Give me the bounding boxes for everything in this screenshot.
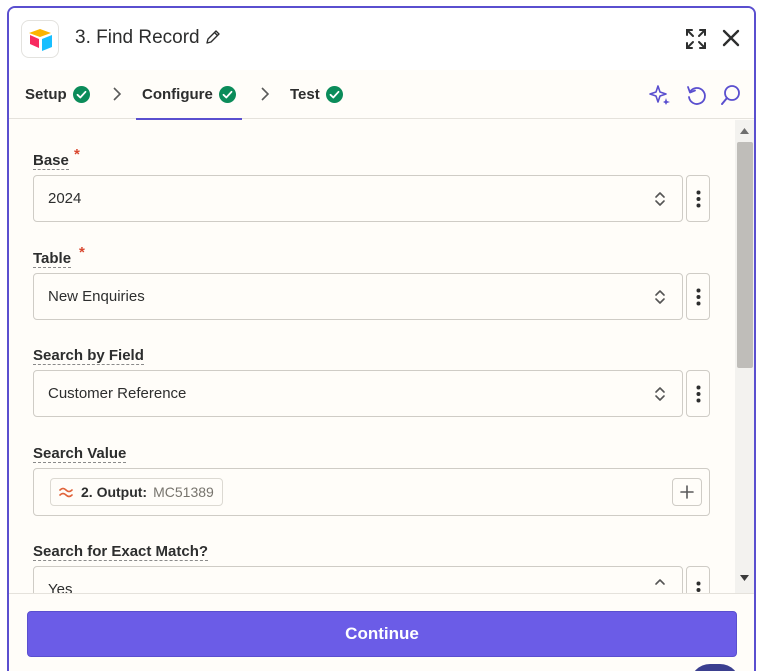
search-field-more-button[interactable] [686,370,710,417]
chevron-up-icon [655,579,665,585]
base-select[interactable]: 2024 [33,175,683,222]
step-tabs: Setup Configure Test [9,70,754,120]
tab-setup[interactable]: Setup [25,70,90,119]
search-field-label: Search by Field [33,347,144,365]
pill-value: MC51389 [153,484,214,500]
scroll-up-arrow-icon[interactable] [740,128,749,134]
scrollbar[interactable] [735,120,754,593]
step-title: 3. Find Record [75,27,200,48]
step-editor-panel: 3. Find Record Setup Configure Test Base… [7,6,756,671]
formatter-icon [59,487,73,498]
exact-match-select[interactable]: Yes [33,566,683,593]
plus-icon [680,485,694,499]
chevron-right-icon [113,87,122,101]
chevron-updown-icon [655,387,665,401]
search-field-select[interactable]: Customer Reference [33,370,683,417]
select-value: Customer Reference [48,385,187,402]
pencil-edit-icon[interactable] [205,29,221,45]
close-icon[interactable] [721,28,741,48]
tab-label: Setup [25,86,67,103]
select-value: 2024 [48,190,82,207]
tab-label: Configure [142,86,213,103]
expand-icon[interactable] [685,28,707,50]
tab-configure[interactable]: Configure [136,70,242,120]
search-value-input[interactable]: 2. Output: MC51389 [33,468,710,516]
table-select[interactable]: New Enquiries [33,273,683,320]
check-circle-icon [218,86,236,103]
base-more-button[interactable] [686,175,710,222]
mapped-field-pill[interactable]: 2. Output: MC51389 [50,478,223,506]
exact-match-more-button[interactable] [686,566,710,593]
airtable-logo [21,20,59,58]
required-mark: * [74,146,80,163]
form-scroll-area[interactable]: Base * 2024 Table * New Enquiries Search… [9,120,754,593]
exact-match-label: Search for Exact Match? [33,543,209,561]
table-label: Table [33,250,72,268]
tab-test[interactable]: Test [290,70,343,119]
scroll-down-arrow-icon[interactable] [740,575,749,581]
kebab-menu-icon [696,288,701,306]
base-label: Base [33,152,69,170]
select-value: Yes [48,581,73,593]
search-value-label: Search Value [33,445,127,463]
chevron-right-icon [261,87,270,101]
pill-step-label: 2. Output: [81,484,148,500]
insert-data-button[interactable] [672,478,702,506]
editor-header: 3. Find Record [9,8,754,70]
kebab-menu-icon [696,385,701,403]
continue-button[interactable]: Continue [27,611,737,657]
tab-label: Test [290,86,320,103]
check-circle-icon [325,86,343,103]
chevron-updown-icon [655,192,665,206]
editor-footer: Continue [9,593,754,671]
scroll-thumb[interactable] [737,142,753,368]
chevron-updown-icon [655,290,665,304]
required-mark: * [79,244,85,261]
table-more-button[interactable] [686,273,710,320]
undo-icon[interactable] [685,84,707,106]
select-value: New Enquiries [48,288,145,305]
sparkle-icon[interactable] [649,84,671,106]
kebab-menu-icon [696,581,701,592]
check-circle-icon [72,86,90,103]
kebab-menu-icon [696,190,701,208]
search-icon[interactable] [720,84,742,106]
